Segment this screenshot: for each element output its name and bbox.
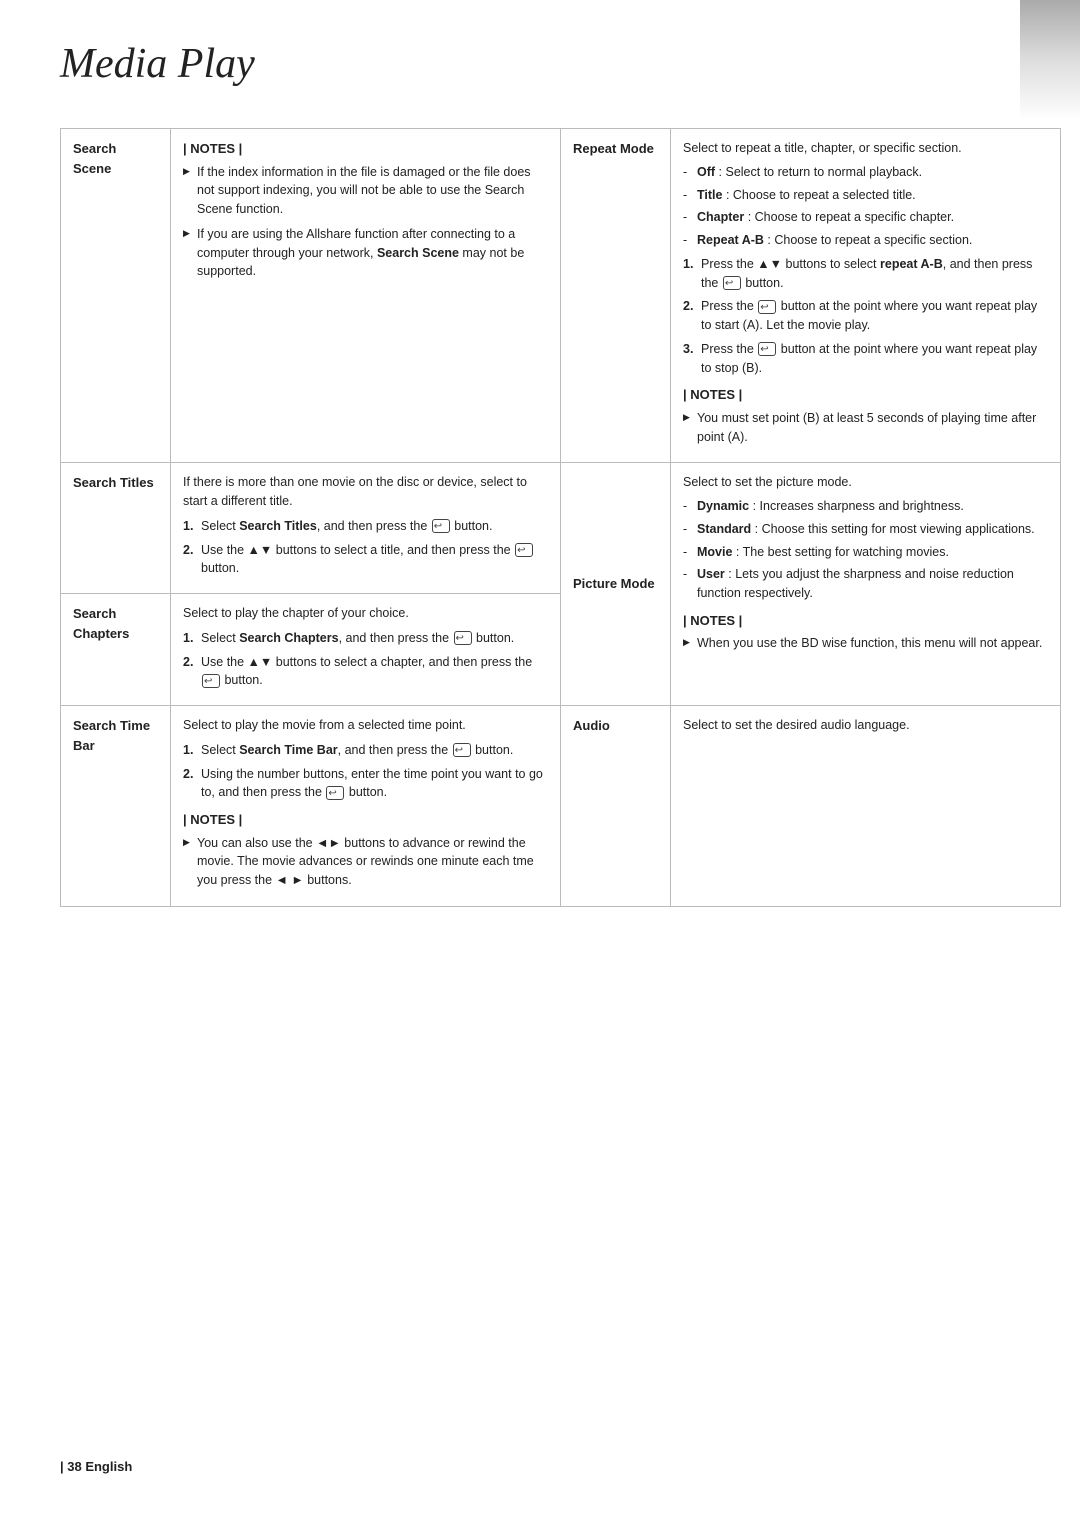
- notes-list: You can also use the ◄► buttons to advan…: [183, 834, 548, 890]
- list-item: 3. Press the button at the point where y…: [683, 340, 1048, 378]
- enter-icon: [723, 276, 741, 290]
- search-titles-intro: If there is more than one movie on the d…: [183, 473, 548, 511]
- notes-header: NOTES: [683, 385, 1048, 405]
- notes-list: If the index information in the file is …: [183, 163, 548, 282]
- list-item: Repeat A-B : Choose to repeat a specific…: [683, 231, 1048, 250]
- notes-header: NOTES: [683, 611, 1048, 631]
- list-item: Chapter : Choose to repeat a specific ch…: [683, 208, 1048, 227]
- list-item: When you use the BD wise function, this …: [683, 634, 1048, 653]
- search-time-bar-label: Search Time Bar: [61, 706, 171, 907]
- list-item: 2. Use the ▲▼ buttons to select a title,…: [183, 541, 548, 579]
- picture-mode-content: Select to set the picture mode. Dynamic …: [671, 463, 1061, 706]
- table-row: Search Scene NOTES If the index informat…: [61, 129, 1061, 463]
- enter-icon: [515, 543, 533, 557]
- page-footer: | 38 English: [60, 1459, 132, 1474]
- picture-mode-label: Picture Mode: [561, 463, 671, 706]
- notes-list: When you use the BD wise function, this …: [683, 634, 1048, 653]
- enter-icon: [453, 743, 471, 757]
- page-title: Media Play: [60, 40, 1020, 98]
- notes-list: You must set point (B) at least 5 second…: [683, 409, 1048, 447]
- enter-icon: [326, 786, 344, 800]
- search-scene-label: Search Scene: [61, 129, 171, 463]
- picture-mode-intro: Select to set the picture mode.: [683, 473, 1048, 492]
- search-scene-content: NOTES If the index information in the fi…: [171, 129, 561, 463]
- search-titles-steps: 1. Select Search Titles, and then press …: [183, 517, 548, 578]
- list-item: 1. Select Search Time Bar, and then pres…: [183, 741, 548, 760]
- list-item: Movie : The best setting for watching mo…: [683, 543, 1048, 562]
- main-content-table: Search Scene NOTES If the index informat…: [60, 128, 1061, 907]
- enter-icon: [432, 519, 450, 533]
- table-row: Search Titles If there is more than one …: [61, 463, 1061, 594]
- list-item: 2. Press the button at the point where y…: [683, 297, 1048, 335]
- search-titles-label: Search Titles: [61, 463, 171, 594]
- picture-notes: NOTES When you use the BD wise function,…: [683, 611, 1048, 653]
- list-item: 1. Select Search Chapters, and then pres…: [183, 629, 548, 648]
- repeat-notes: NOTES You must set point (B) at least 5 …: [683, 385, 1048, 446]
- notes-header: NOTES: [183, 810, 548, 830]
- enter-icon: [758, 342, 776, 356]
- list-item: You can also use the ◄► buttons to advan…: [183, 834, 548, 890]
- repeat-steps: 1. Press the ▲▼ buttons to select repeat…: [683, 255, 1048, 378]
- search-time-bar-notes: NOTES You can also use the ◄► buttons to…: [183, 810, 548, 890]
- repeat-dash-list: Off : Select to return to normal playbac…: [683, 163, 1048, 250]
- audio-content: Select to set the desired audio language…: [671, 706, 1061, 907]
- repeat-intro: Select to repeat a title, chapter, or sp…: [683, 139, 1048, 158]
- picture-mode-dash-list: Dynamic : Increases sharpness and bright…: [683, 497, 1048, 603]
- list-item: If the index information in the file is …: [183, 163, 548, 219]
- list-item: Standard : Choose this setting for most …: [683, 520, 1048, 539]
- search-time-bar-steps: 1. Select Search Time Bar, and then pres…: [183, 741, 548, 802]
- list-item: You must set point (B) at least 5 second…: [683, 409, 1048, 447]
- search-chapters-label: SearchChapters: [61, 594, 171, 706]
- list-item: Dynamic : Increases sharpness and bright…: [683, 497, 1048, 516]
- enter-icon: [202, 674, 220, 688]
- search-chapters-intro: Select to play the chapter of your choic…: [183, 604, 548, 623]
- list-item: If you are using the Allshare function a…: [183, 225, 548, 281]
- notes-header: NOTES: [183, 139, 548, 159]
- search-time-bar-content: Select to play the movie from a selected…: [171, 706, 561, 907]
- list-item: Off : Select to return to normal playbac…: [683, 163, 1048, 182]
- table-row: Search Time Bar Select to play the movie…: [61, 706, 1061, 907]
- list-item: 2. Use the ▲▼ buttons to select a chapte…: [183, 653, 548, 691]
- repeat-mode-content: Select to repeat a title, chapter, or sp…: [671, 129, 1061, 463]
- search-titles-content: If there is more than one movie on the d…: [171, 463, 561, 594]
- repeat-mode-label: Repeat Mode: [561, 129, 671, 463]
- enter-icon: [454, 631, 472, 645]
- enter-icon: [758, 300, 776, 314]
- audio-label: Audio: [561, 706, 671, 907]
- list-item: 2. Using the number buttons, enter the t…: [183, 765, 548, 803]
- search-chapters-content: Select to play the chapter of your choic…: [171, 594, 561, 706]
- search-chapters-steps: 1. Select Search Chapters, and then pres…: [183, 629, 548, 690]
- corner-decoration: [1020, 0, 1080, 120]
- search-time-bar-intro: Select to play the movie from a selected…: [183, 716, 548, 735]
- list-item: User : Lets you adjust the sharpness and…: [683, 565, 1048, 603]
- list-item: Title : Choose to repeat a selected titl…: [683, 186, 1048, 205]
- list-item: 1. Select Search Titles, and then press …: [183, 517, 548, 536]
- list-item: 1. Press the ▲▼ buttons to select repeat…: [683, 255, 1048, 293]
